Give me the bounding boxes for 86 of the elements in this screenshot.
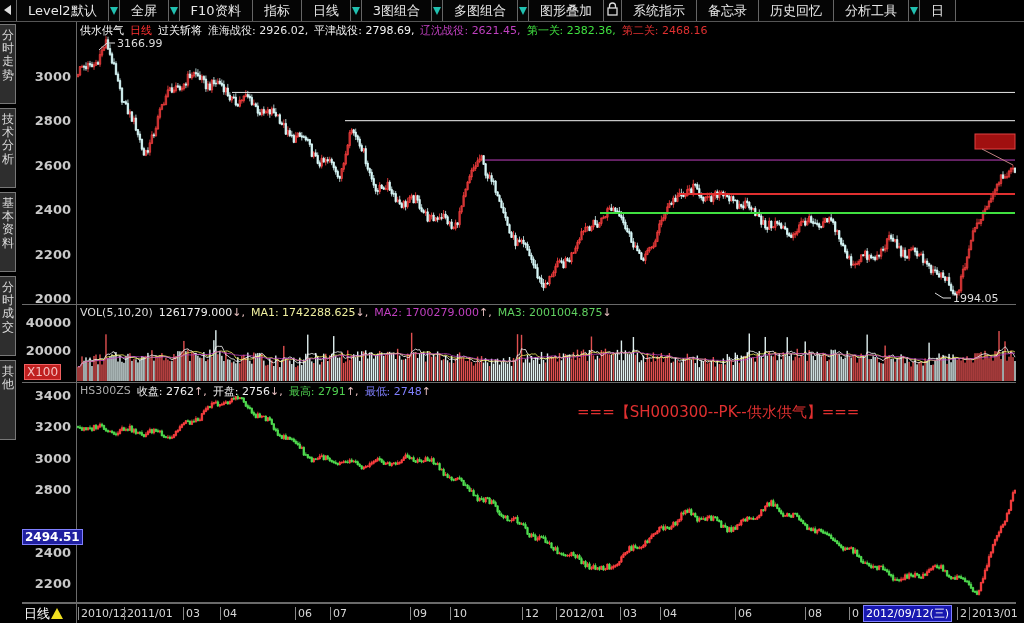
- leader-line: [981, 148, 1014, 166]
- level-reading: 第一关: 2382.36,: [526, 23, 616, 38]
- date-label: 09: [410, 607, 427, 620]
- index-reading: 最低: 2748↑: [364, 384, 432, 399]
- toolbar-button[interactable]: 分析工具: [833, 0, 909, 21]
- leader-line: [934, 292, 952, 299]
- low-price-label: 1994.05: [953, 292, 999, 305]
- lock-icon: [606, 2, 618, 16]
- axis-label: 2800: [34, 481, 71, 497]
- unit-label: X100: [24, 364, 62, 380]
- axis-label: 2800: [34, 112, 71, 128]
- index-reading: 开盘: 2756↓,: [212, 384, 283, 399]
- volume-reading: MA2: 1700279.000↑,: [374, 306, 492, 319]
- comparison-title: ===【SH000300--PK--供水供气】===: [577, 403, 860, 422]
- date-label: 0: [849, 607, 859, 620]
- axis-label: 2000: [34, 290, 71, 306]
- side-tab[interactable]: 分时走势: [0, 24, 16, 104]
- axis-label: 40000: [25, 314, 71, 330]
- dropdown-button[interactable]: [168, 0, 180, 21]
- date-label: 2013/01: [969, 607, 1018, 620]
- cursor-date: 2012/09/12(三): [863, 605, 952, 622]
- toolbar-button[interactable]: 历史回忆: [758, 0, 834, 21]
- volume-reading: MA3: 2001004.875↓: [497, 306, 612, 319]
- dropdown-button[interactable]: [431, 0, 443, 21]
- date-label: 03: [620, 607, 637, 620]
- indicator-name: 过关斩将: [158, 23, 202, 38]
- level-reading: 平津战役: 2798.69,: [314, 23, 415, 38]
- axis-label: 2200: [34, 575, 71, 591]
- toolbar-button[interactable]: F10资料: [179, 0, 253, 21]
- date-label: 03: [183, 607, 200, 620]
- date-label: 10: [450, 607, 467, 620]
- toolbar-button[interactable]: 日: [919, 0, 956, 21]
- dropdown-button[interactable]: [350, 0, 362, 21]
- index-reading: 最高: 2791↑,: [288, 384, 359, 399]
- toolbar-button[interactable]: 备忘录: [696, 0, 759, 21]
- toolbar-button[interactable]: 系统指示: [621, 0, 697, 21]
- cursor-value: 2494.51: [22, 528, 83, 545]
- volume-reading: 1261779.000↓,: [158, 306, 245, 319]
- price-tag-marker: [974, 133, 1016, 150]
- axis-label: 2400: [34, 544, 71, 560]
- stock-name: 供水供气: [80, 23, 124, 38]
- level-reading: 辽沈战役: 2621.45,: [420, 23, 521, 38]
- date-label: 06: [295, 607, 312, 620]
- date-label: 2: [957, 607, 967, 620]
- dropdown-button[interactable]: [517, 0, 529, 21]
- side-tab[interactable]: 基本资料: [0, 192, 16, 272]
- axis-label: 20000: [25, 342, 71, 358]
- toolbar-button[interactable]: 指标: [252, 0, 302, 21]
- toolbar-button[interactable]: 3图组合: [361, 0, 432, 21]
- indicator-name: VOL(5,10,20): [80, 306, 153, 319]
- axis-label: 2200: [34, 246, 71, 262]
- date-label: 07: [330, 607, 347, 620]
- toolbar-button[interactable]: 日线: [301, 0, 351, 21]
- index-reading: 收盘: 2762↑,: [136, 384, 207, 399]
- high-price-label: 3166.99: [117, 37, 163, 50]
- toolbar-button[interactable]: Level2默认: [17, 0, 109, 21]
- toolbar-button[interactable]: 图形叠加: [528, 0, 604, 21]
- side-tab[interactable]: 其他: [0, 360, 16, 440]
- level-reading: 第二关: 2468.16: [621, 23, 708, 38]
- date-label: 04: [660, 607, 677, 620]
- left-arrow-icon: [4, 5, 12, 15]
- back-button[interactable]: [0, 0, 17, 21]
- period-label: 日线: [130, 23, 152, 38]
- dropdown-button[interactable]: [108, 0, 120, 21]
- date-label: 06: [735, 607, 752, 620]
- period-label: 日线: [24, 604, 50, 623]
- axis-label: 3200: [34, 418, 71, 434]
- index-code: HS300ZS: [80, 384, 131, 399]
- axis-label: 2600: [34, 157, 71, 173]
- axis-label: 3000: [34, 450, 71, 466]
- dropdown-button[interactable]: [908, 0, 920, 21]
- side-tab[interactable]: 技术分析: [0, 108, 16, 188]
- toolbar-button[interactable]: 全屏: [119, 0, 169, 21]
- date-label: 12: [522, 607, 539, 620]
- axis-label: 3000: [34, 68, 71, 84]
- level-reading: 淮海战役: 2926.02,: [208, 23, 309, 38]
- date-label: 2012/01: [556, 607, 605, 620]
- triangle-icon: [51, 608, 63, 619]
- leader-line: [98, 42, 116, 51]
- date-label: 08: [805, 607, 822, 620]
- axis-label: 3400: [34, 387, 71, 403]
- side-tab[interactable]: 分时成交: [0, 276, 16, 356]
- date-label: 04: [220, 607, 237, 620]
- volume-reading: MA1: 1742288.625↓,: [250, 306, 369, 319]
- axis-label: 2400: [34, 201, 71, 217]
- toolbar-button[interactable]: 多图组合: [442, 0, 518, 21]
